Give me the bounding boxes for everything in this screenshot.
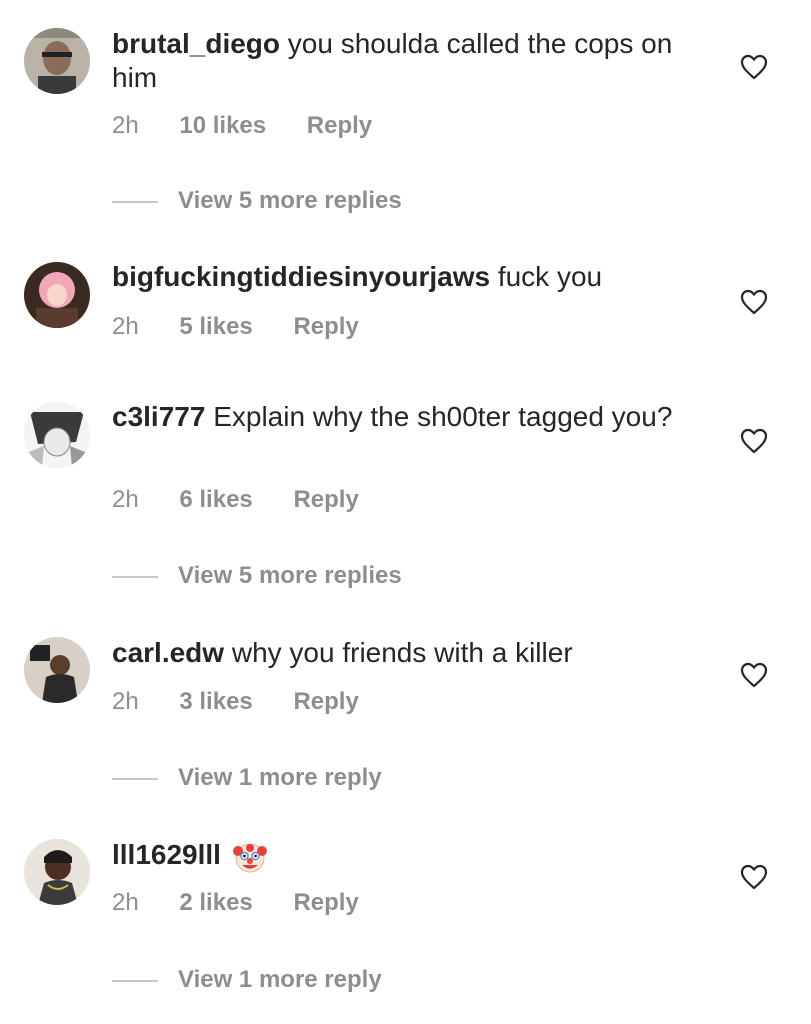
- avatar[interactable]: [24, 637, 90, 703]
- replies-divider: [112, 200, 158, 203]
- comment-time: 2h: [112, 112, 139, 139]
- comment-text: brutal_diego you shoulda called the cops…: [112, 27, 712, 95]
- reply-button[interactable]: Reply: [293, 486, 358, 513]
- replies-divider: [112, 575, 158, 578]
- comment-username[interactable]: bigfuckingtiddiesinyourjaws: [112, 261, 490, 292]
- comment-time: 2h: [112, 486, 139, 513]
- comment-meta: 2h 6 likes Reply: [112, 486, 393, 514]
- comment-text: bigfuckingtiddiesinyourjaws fuck you: [112, 260, 712, 294]
- comment-time: 2h: [112, 313, 139, 340]
- comment-text: carl.edw why you friends with a killer: [112, 636, 712, 670]
- view-replies-button[interactable]: View 1 more reply: [112, 764, 382, 792]
- comment-likes[interactable]: 2 likes: [179, 889, 252, 916]
- avatar[interactable]: [24, 402, 90, 468]
- heart-icon[interactable]: [740, 428, 768, 454]
- comment-likes[interactable]: 10 likes: [179, 112, 266, 139]
- comment-meta: 2h 10 likes Reply: [112, 112, 406, 140]
- reply-button[interactable]: Reply: [307, 112, 372, 139]
- comment-likes[interactable]: 3 likes: [179, 688, 252, 715]
- comment-text: c3li777 Explain why the sh00ter tagged y…: [112, 400, 712, 434]
- heart-icon[interactable]: [740, 289, 768, 315]
- comment-text: lll1629lll: [112, 838, 712, 874]
- clown-face-icon: [232, 840, 267, 874]
- heart-icon[interactable]: [740, 662, 768, 688]
- comment-body: fuck you: [497, 261, 603, 292]
- comment-username[interactable]: brutal_diego: [112, 28, 280, 59]
- replies-divider: [112, 777, 158, 780]
- comment-time: 2h: [112, 889, 139, 916]
- view-replies-button[interactable]: View 5 more replies: [112, 187, 402, 215]
- comment-body: Explain why the sh00ter tagged you?: [213, 401, 673, 432]
- comment-username[interactable]: c3li777: [112, 401, 205, 432]
- comment-username[interactable]: lll1629lll: [112, 839, 221, 870]
- comment-likes[interactable]: 5 likes: [179, 313, 252, 340]
- avatar[interactable]: [24, 839, 90, 905]
- avatar[interactable]: [24, 28, 90, 94]
- view-replies-button[interactable]: View 1 more reply: [112, 966, 382, 994]
- comment-body: why you friends with a killer: [231, 637, 573, 668]
- comment-username[interactable]: carl.edw: [112, 637, 224, 668]
- comment-likes[interactable]: 6 likes: [179, 486, 252, 513]
- comment-time: 2h: [112, 688, 139, 715]
- comment-meta: 2h 3 likes Reply: [112, 688, 393, 716]
- replies-divider: [112, 979, 158, 982]
- avatar[interactable]: [24, 262, 90, 328]
- comment-meta: 2h 5 likes Reply: [112, 313, 393, 341]
- view-replies-button[interactable]: View 5 more replies: [112, 562, 402, 590]
- heart-icon[interactable]: [740, 864, 768, 890]
- comment-meta: 2h 2 likes Reply: [112, 889, 393, 917]
- reply-button[interactable]: Reply: [293, 688, 358, 715]
- heart-icon[interactable]: [740, 54, 768, 80]
- reply-button[interactable]: Reply: [293, 313, 358, 340]
- reply-button[interactable]: Reply: [293, 889, 358, 916]
